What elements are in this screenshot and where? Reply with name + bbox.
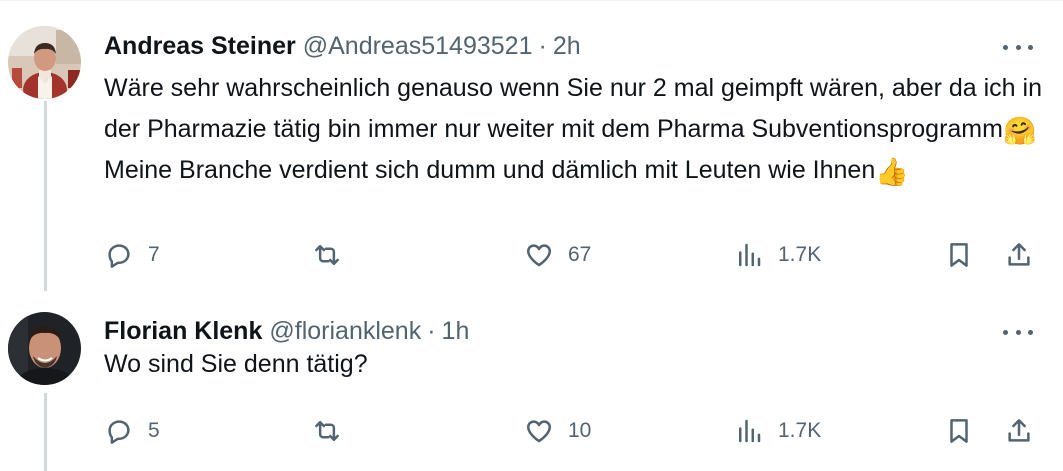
tweet-actions: 7 67 1.7K bbox=[104, 235, 1044, 275]
more-dots-icon[interactable] bbox=[1003, 322, 1033, 342]
separator-dot: · bbox=[427, 316, 436, 345]
share-button[interactable] bbox=[1004, 235, 1034, 275]
heart-icon bbox=[527, 420, 551, 443]
tweet-header: Andreas Steiner @Andreas51493521 · 2h bbox=[104, 29, 581, 63]
reply-count: 7 bbox=[148, 243, 160, 266]
thread-line bbox=[44, 393, 47, 471]
like-count: 10 bbox=[568, 419, 592, 442]
reply-bubble-icon bbox=[108, 244, 130, 268]
tweet-text-part: Wäre sehr wahrscheinlich genauso wenn Si… bbox=[104, 74, 1042, 143]
views-button[interactable]: 1.7K bbox=[734, 411, 821, 451]
share-icon bbox=[1008, 419, 1030, 442]
tweet-florian-klenk[interactable]: Florian Klenk @florianklenk · 1h Wo sind… bbox=[0, 290, 1063, 471]
retweet-icon bbox=[315, 245, 339, 265]
hugging-face-emoji: 🤗 bbox=[1002, 116, 1037, 146]
reply-count: 5 bbox=[148, 419, 160, 442]
separator-dot: · bbox=[538, 31, 547, 60]
retweet-button[interactable] bbox=[312, 235, 356, 275]
views-chart-icon bbox=[739, 243, 761, 267]
retweet-button[interactable] bbox=[312, 411, 356, 451]
thumbs-up-emoji: 👍 bbox=[875, 157, 909, 187]
bookmark-button[interactable] bbox=[944, 235, 974, 275]
author-handle[interactable]: @florianklenk bbox=[269, 317, 421, 346]
thread-line bbox=[44, 101, 47, 291]
bookmark-icon bbox=[950, 419, 968, 443]
tweet-header: Florian Klenk @florianklenk · 1h bbox=[104, 314, 469, 348]
reply-bubble-icon bbox=[108, 420, 130, 444]
tweet-text: Wäre sehr wahrscheinlich genauso wenn Si… bbox=[104, 68, 1044, 191]
tweet-text-part: Meine Branche verdient sich dumm und däm… bbox=[104, 156, 876, 184]
author-handle[interactable]: @Andreas51493521 bbox=[303, 32, 533, 61]
tweet-andreas-steiner[interactable]: Andreas Steiner @Andreas51493521 · 2h Wä… bbox=[0, 0, 1063, 291]
views-button[interactable]: 1.7K bbox=[734, 235, 821, 275]
views-count: 1.7K bbox=[778, 419, 822, 442]
reply-button[interactable]: 5 bbox=[104, 411, 160, 451]
avatar[interactable] bbox=[8, 26, 81, 99]
retweet-icon bbox=[315, 421, 339, 441]
views-count: 1.7K bbox=[778, 243, 822, 266]
timestamp[interactable]: 1h bbox=[442, 317, 470, 346]
share-button[interactable] bbox=[1004, 411, 1034, 451]
author-name[interactable]: Florian Klenk bbox=[104, 317, 262, 346]
author-name[interactable]: Andreas Steiner bbox=[104, 32, 296, 61]
reply-button[interactable]: 7 bbox=[104, 235, 160, 275]
more-dots-icon[interactable] bbox=[1003, 37, 1033, 57]
heart-icon bbox=[527, 244, 551, 267]
like-count: 67 bbox=[568, 243, 592, 266]
tweet-actions: 5 10 1.7K bbox=[104, 411, 1044, 451]
share-icon bbox=[1008, 243, 1030, 266]
tweet-text: Wo sind Sie denn tätig? bbox=[104, 350, 368, 378]
timestamp[interactable]: 2h bbox=[553, 32, 581, 61]
views-chart-icon bbox=[739, 419, 761, 443]
bookmark-icon bbox=[950, 243, 968, 267]
avatar[interactable] bbox=[8, 312, 81, 385]
bookmark-button[interactable] bbox=[944, 411, 974, 451]
like-button[interactable]: 10 bbox=[524, 411, 591, 451]
like-button[interactable]: 67 bbox=[524, 235, 591, 275]
